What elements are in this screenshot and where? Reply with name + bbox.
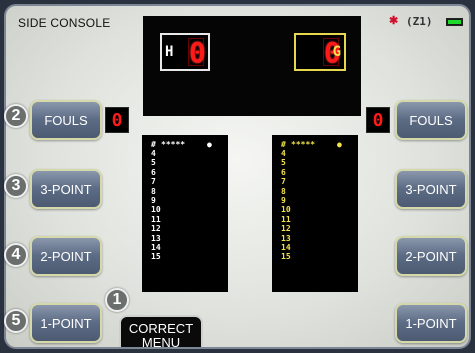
roster-player-number: 12 bbox=[281, 224, 291, 234]
roster-player-number: 15 bbox=[151, 252, 161, 262]
correct-menu-line1: CORRECT bbox=[128, 321, 194, 336]
uk-flag-icon: ✱ bbox=[389, 15, 399, 27]
roster-player-number: 15 bbox=[281, 252, 291, 262]
roster-player-number: 14 bbox=[281, 242, 291, 252]
roster-player-number: 6 bbox=[281, 167, 286, 177]
console-title: SIDE CONSOLE bbox=[18, 16, 111, 30]
badge-5: 5 bbox=[4, 309, 28, 333]
roster-player-number: 9 bbox=[151, 195, 156, 205]
guest-fouls-button[interactable]: FOULS bbox=[395, 100, 467, 140]
roster-player-number: 14 bbox=[151, 242, 161, 252]
roster-player-number: 12 bbox=[151, 224, 161, 234]
roster-player-number: 5 bbox=[151, 158, 156, 168]
roster-player-number: 11 bbox=[281, 214, 291, 224]
roster-player-number: 4 bbox=[281, 149, 286, 158]
guest-fouls-count: 0 bbox=[366, 107, 390, 133]
roster-player-number: 10 bbox=[151, 205, 161, 215]
home-score-box: H 0 bbox=[160, 33, 210, 71]
roster-player-number: 10 bbox=[281, 205, 291, 215]
guest-roster-header: # ***** ● bbox=[281, 139, 342, 149]
badge-2: 2 bbox=[4, 104, 28, 128]
roster-player-number: 5 bbox=[281, 158, 286, 168]
roster-player-number: 9 bbox=[281, 195, 286, 205]
battery-icon bbox=[446, 18, 463, 26]
home-2-point-button[interactable]: 2-POINT bbox=[30, 236, 102, 276]
guest-1-point-button[interactable]: 1-POINT bbox=[395, 303, 467, 343]
badge-3: 3 bbox=[4, 174, 28, 198]
roster-player-number: 13 bbox=[151, 233, 161, 243]
scoreboard: H 0 0 G bbox=[143, 16, 361, 116]
home-score: 0 bbox=[188, 36, 206, 69]
home-fouls-count: 0 bbox=[105, 107, 129, 133]
home-roster: # ***** ● 4 5 6 7 8 9 10 11 12 13 14 15 bbox=[142, 135, 228, 292]
home-team-letter: H bbox=[165, 44, 174, 60]
correct-menu-line2: MENU bbox=[141, 335, 181, 349]
roster-player-number: 4 bbox=[151, 149, 156, 158]
guest-2-point-button[interactable]: 2-POINT bbox=[395, 236, 467, 276]
roster-player-number: 8 bbox=[281, 186, 286, 196]
guest-3-point-button[interactable]: 3-POINT bbox=[395, 169, 467, 209]
roster-player-number: 8 bbox=[151, 186, 156, 196]
guest-score-box: 0 G bbox=[294, 33, 346, 71]
roster-player-number: 7 bbox=[151, 177, 156, 187]
correct-menu-button[interactable]: CORRECT MENU bbox=[119, 315, 203, 349]
roster-player-number: 6 bbox=[151, 167, 156, 177]
roster-player-number: 7 bbox=[281, 177, 286, 187]
console-frame: SIDE CONSOLE ✱ (Z1) H 0 0 G FOULS 0 3-PO… bbox=[4, 4, 471, 349]
home-roster-header: # ***** ● bbox=[151, 139, 212, 149]
home-fouls-button[interactable]: FOULS bbox=[30, 100, 102, 140]
home-1-point-button[interactable]: 1-POINT bbox=[30, 303, 102, 343]
guest-roster: # ***** ● 4 5 6 7 8 9 10 11 12 13 14 15 bbox=[272, 135, 358, 292]
roster-player-number: 13 bbox=[281, 233, 291, 243]
badge-4: 4 bbox=[4, 243, 28, 267]
guest-team-letter: G bbox=[332, 44, 341, 60]
home-3-point-button[interactable]: 3-POINT bbox=[30, 169, 102, 209]
roster-player-number: 11 bbox=[151, 214, 161, 224]
signal-indicator: (Z1) bbox=[406, 15, 433, 28]
badge-1: 1 bbox=[105, 288, 129, 312]
